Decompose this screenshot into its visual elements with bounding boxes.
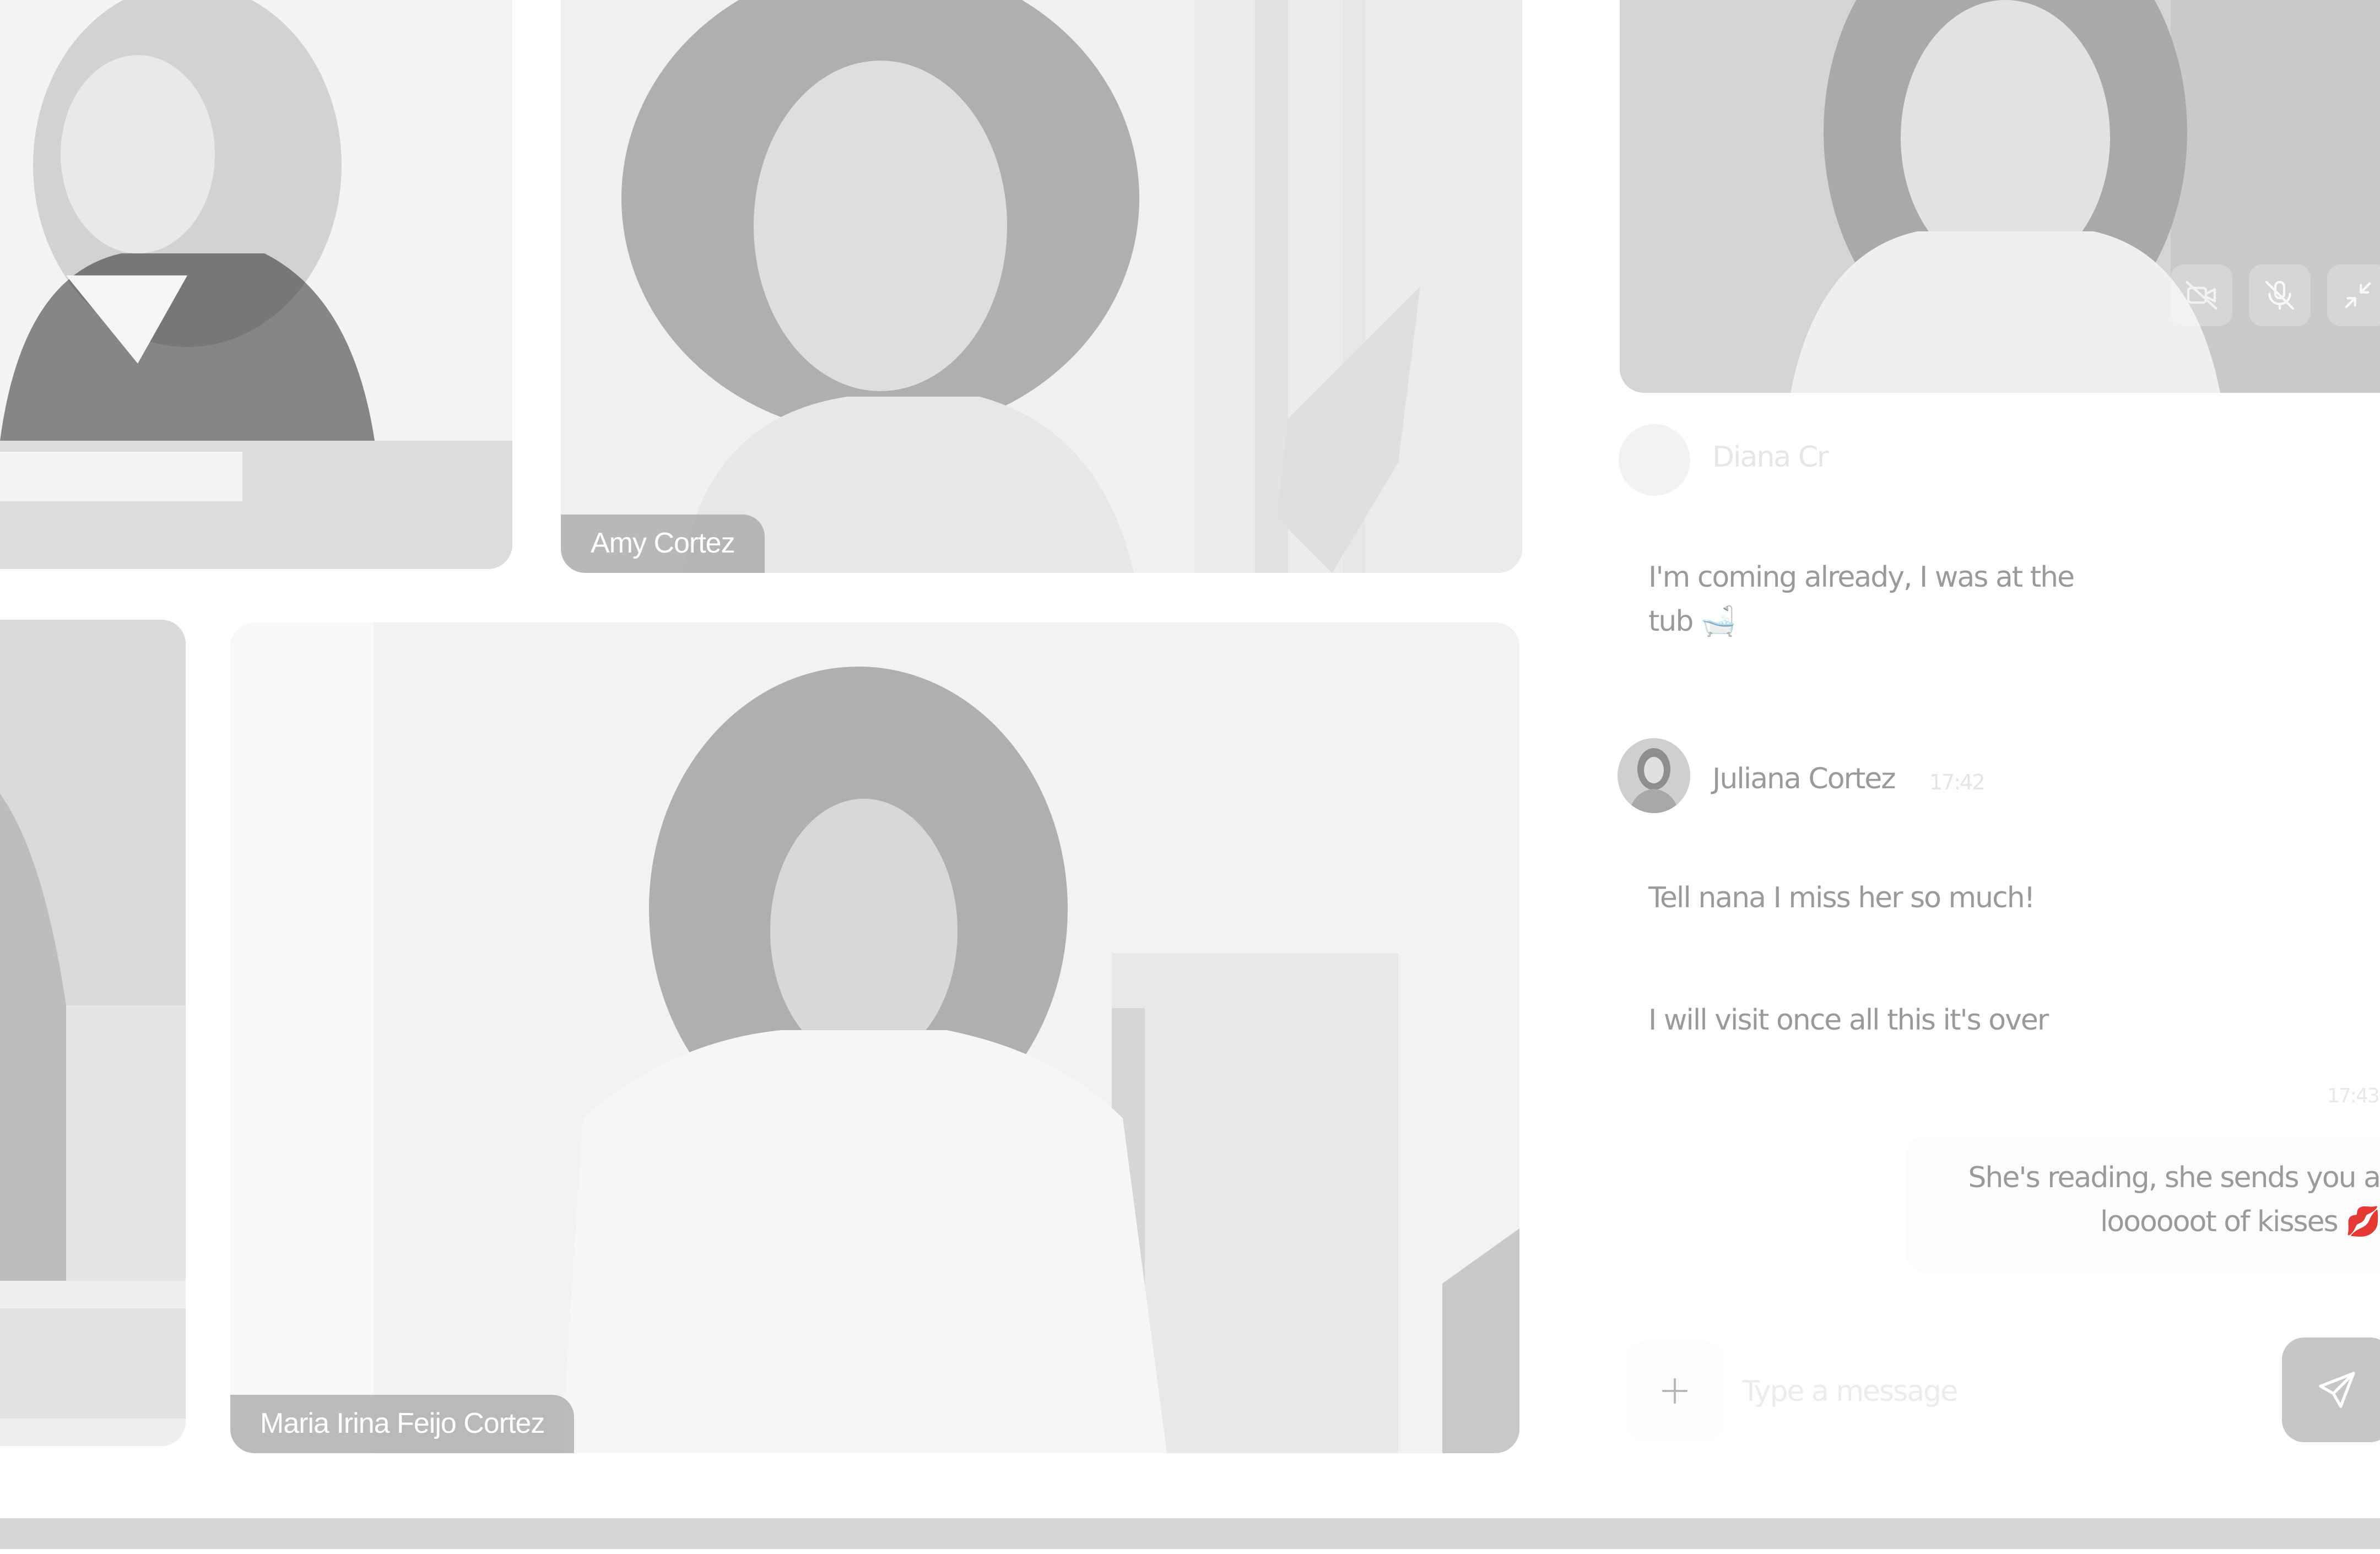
- mic-off-button[interactable]: [2249, 264, 2311, 326]
- avatar: [1618, 738, 1690, 813]
- chat-message-outgoing: She's reading, she sends you a loooooot …: [1917, 1156, 2380, 1244]
- participant-video-image: [0, 0, 512, 569]
- chat-message-line: She's reading, she sends you a: [1968, 1161, 2380, 1194]
- send-button[interactable]: [2282, 1338, 2380, 1442]
- chat-timestamp: 17:43: [2327, 1085, 2380, 1107]
- participant-name-tag: Amy Cortez: [561, 515, 765, 573]
- video-tile-maria[interactable]: Maria Irina Feijo Cortez: [230, 622, 1519, 1453]
- pinned-participant-video-image: [1620, 0, 2380, 393]
- chat-message: Tell nana I miss her so much!: [1648, 881, 2035, 914]
- chat-message-line: tub 🛁: [1648, 605, 1737, 638]
- mic-off-icon: [2265, 280, 2295, 310]
- add-attachment-button[interactable]: [1625, 1341, 1724, 1441]
- chat-sender-name: Juliana Cortez: [1712, 762, 1896, 795]
- send-icon: [2319, 1372, 2355, 1408]
- participant-video-image: [0, 620, 186, 1446]
- pinned-video-tile[interactable]: [1620, 0, 2380, 393]
- chat-message: I will visit once all this it's over: [1648, 1004, 2049, 1037]
- camera-off-button[interactable]: [2171, 264, 2232, 326]
- video-tile-bottom-left[interactable]: [0, 620, 186, 1446]
- chat-message-line: I'm coming already, I was at the: [1648, 561, 2075, 594]
- video-tile-top-left[interactable]: [0, 0, 512, 569]
- collapse-button[interactable]: [2327, 264, 2380, 326]
- bottom-divider: [0, 1518, 2380, 1549]
- collapse-icon: [2345, 282, 2371, 308]
- chat-sender-name-faded: Diana Cr: [1712, 441, 1829, 474]
- participant-video-image: [561, 0, 1522, 573]
- chat-message-line: loooooot of kisses 💋: [2100, 1205, 2380, 1238]
- participant-name-tag: Maria Irina Feijo Cortez: [230, 1395, 575, 1453]
- chat-message: I'm coming already, I was at the tub 🛁: [1648, 555, 2075, 643]
- chat-timestamp: 17:42: [1929, 770, 1986, 794]
- avatar-image: [1618, 738, 1690, 813]
- message-input[interactable]: [1741, 1361, 2239, 1422]
- chat-avatar-faded: [1619, 424, 1690, 496]
- video-tile-amy[interactable]: Amy Cortez: [561, 0, 1522, 573]
- participant-video-image: [230, 622, 1519, 1453]
- plus-icon: [1662, 1378, 1688, 1404]
- camera-off-icon: [2186, 280, 2217, 310]
